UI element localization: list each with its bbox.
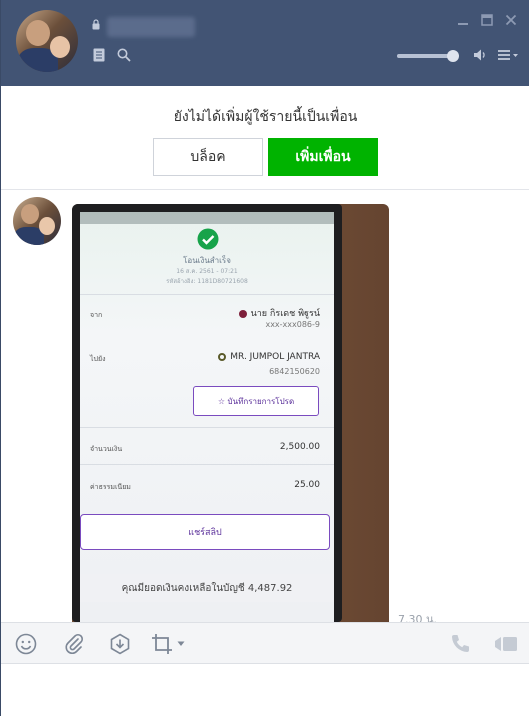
maximize-icon[interactable] [481,14,493,26]
slip-divider [80,427,334,428]
share-slip-button: แชร์สลิป [80,514,330,550]
keep-icon[interactable] [109,633,131,655]
message-input-area[interactable] [1,665,529,716]
from-account: xxx-xxx086-9 [265,320,320,329]
not-friend-message: ยังไม่ได้เพิ่มผู้ใช้รายนี้เป็นเพื่อน [173,109,358,125]
phone-photo: โอนเงินสำเร็จ 16 ส.ค. 2561 - 07:21 รหัสอ… [72,204,342,622]
speaker-icon[interactable] [473,48,487,62]
slip-ref: รหัสอ้างอิง: 1181D80721608 [166,278,248,285]
from-name-text: นาย กิรเดช พิฐูรน์ [250,309,320,319]
attach-icon[interactable] [63,633,85,655]
chat-messages[interactable]: โอนเงินสำเร็จ 16 ส.ค. 2561 - 07:21 รหัสอ… [1,191,529,622]
check-icon [197,228,219,250]
slip-date: 16 ส.ค. 2561 - 07:21 [176,268,238,275]
image-message[interactable]: โอนเงินสำเร็จ 16 ส.ค. 2561 - 07:21 รหัสอ… [72,204,389,622]
emoji-icon[interactable] [15,633,37,655]
amount-label: จำนวนเงิน [90,445,123,453]
chat-header [1,0,529,86]
lock-icon [92,19,100,30]
chevron-down-icon[interactable] [177,641,185,647]
crop-icon[interactable] [151,633,173,655]
fee-value: 25.00 [294,480,320,490]
volume-track-fill [397,54,453,58]
transfer-slip: โอนเงินสำเร็จ 16 ส.ค. 2561 - 07:21 รหัสอ… [80,212,334,622]
to-account: 6842150620 [269,367,320,376]
amount-value: 2,500.00 [279,442,320,452]
balance-text: คุณมียอดเงินคงเหลือในบัญชี 4,487.92 [80,574,334,602]
volume-knob[interactable] [446,50,459,62]
save-favorite-button: ☆ บันทึกรายการโปรด [193,386,319,416]
video-call-icon[interactable] [494,633,518,655]
bank-logo-icon [218,352,227,361]
avatar-face [21,204,39,224]
from-label: จาก [90,311,103,319]
notes-icon[interactable] [93,48,105,62]
menu-icon[interactable] [497,48,519,62]
volume-slider[interactable] [397,50,459,62]
phone-statusbar [80,212,334,224]
to-name-text: MR. JUMPOL JANTRA [230,352,320,362]
to-name: MR. JUMPOL JANTRA [218,352,320,362]
composer-toolbar [1,622,529,664]
minimize-icon[interactable] [457,14,469,26]
to-label: ไปยัง [90,355,106,363]
bank-logo-icon [238,309,247,318]
call-icon[interactable] [449,633,471,655]
avatar-face-child [50,36,70,58]
close-icon[interactable] [505,14,517,26]
message-time: 7.30 น. [398,613,438,622]
avatar-face-child [39,217,55,235]
slip-divider [80,464,334,465]
contact-avatar[interactable] [16,10,78,72]
avatar-face [26,20,50,46]
add-friend-button[interactable]: เพิ่มเพื่อน [268,138,378,176]
chat-window: ยังไม่ได้เพิ่มผู้ใช้รายนี้เป็นเพื่อน บล็… [0,0,529,716]
contact-name[interactable] [107,17,195,37]
message-input[interactable] [1,665,529,716]
search-icon[interactable] [117,48,131,62]
block-button[interactable]: บล็อค [153,138,263,176]
fee-label: ค่าธรรมเนียม [90,483,131,491]
add-friend-banner: ยังไม่ได้เพิ่มผู้ใช้รายนี้เป็นเพื่อน บล็… [1,86,529,190]
slip-divider [80,294,334,295]
sender-avatar[interactable] [13,197,61,245]
from-name: นาย กิรเดช พิฐูรน์ [238,306,320,320]
